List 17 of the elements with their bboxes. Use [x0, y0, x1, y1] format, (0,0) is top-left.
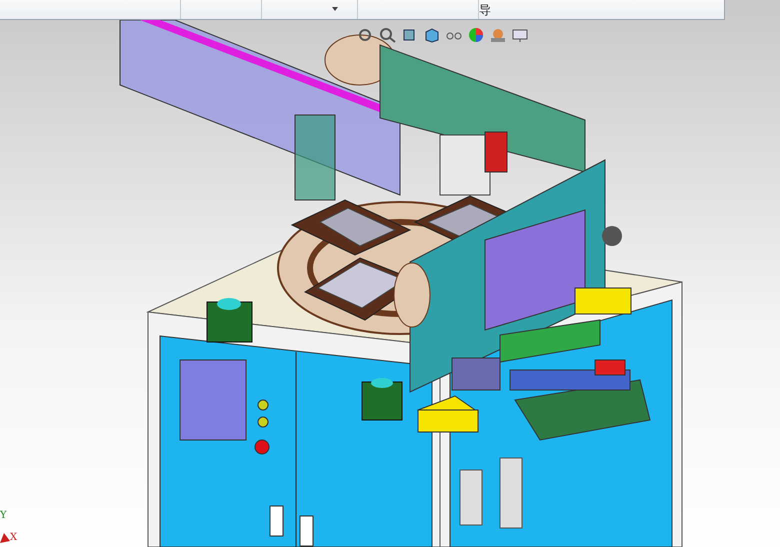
- axis-arrow-icon: [0, 533, 10, 543]
- knob: [602, 226, 622, 246]
- mounting-block-drawing: [417, 395, 480, 432]
- caret-icon[interactable]: [332, 7, 338, 11]
- x-axis-label: X: [10, 533, 18, 543]
- monitor-icon[interactable]: [511, 27, 529, 43]
- push-button-drawing: [206, 298, 252, 342]
- mounting-block: [574, 288, 632, 314]
- color-ball-icon[interactable]: [467, 27, 485, 43]
- push-button-drawing: [362, 378, 402, 420]
- ribbon-label-fragment: 导: [479, 4, 491, 17]
- y-axis-label: Y: [0, 511, 8, 521]
- search-icon[interactable]: [379, 27, 397, 43]
- air-filter-drawing: [460, 458, 522, 528]
- roller-disc: [394, 262, 430, 328]
- door-handle: [300, 516, 314, 546]
- door-handle: [270, 506, 284, 536]
